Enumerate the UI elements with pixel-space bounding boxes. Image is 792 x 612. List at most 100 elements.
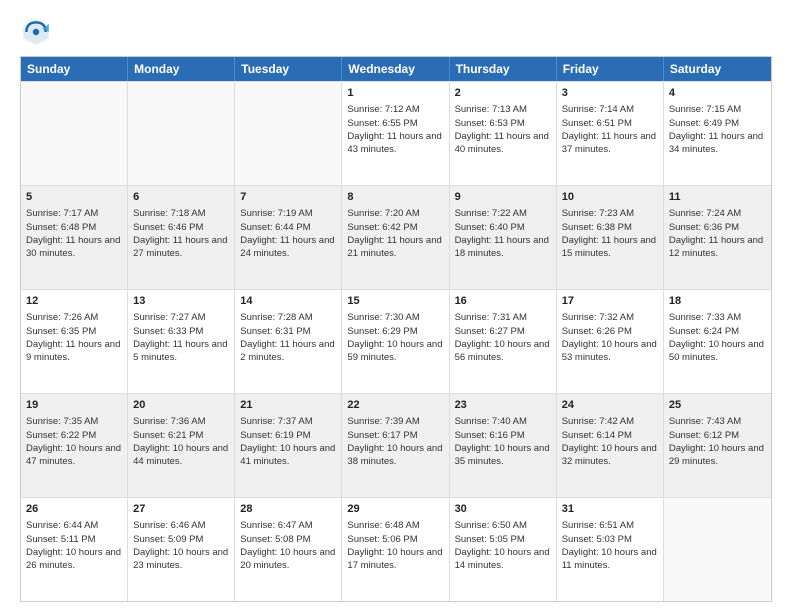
day-number: 26 [26,502,122,517]
day-info: Sunrise: 7:36 AMSunset: 6:21 PMDaylight:… [133,416,228,467]
day-info: Sunrise: 7:19 AMSunset: 6:44 PMDaylight:… [240,208,334,259]
calendar-cell: 17Sunrise: 7:32 AMSunset: 6:26 PMDayligh… [557,290,664,393]
day-info: Sunrise: 7:24 AMSunset: 6:36 PMDaylight:… [669,208,763,259]
day-info: Sunrise: 7:15 AMSunset: 6:49 PMDaylight:… [669,104,763,155]
day-info: Sunrise: 6:51 AMSunset: 5:03 PMDaylight:… [562,520,657,571]
day-number: 19 [26,398,122,413]
day-info: Sunrise: 7:22 AMSunset: 6:40 PMDaylight:… [455,208,549,259]
calendar-header-tuesday: Tuesday [235,57,342,81]
calendar-cell: 10 Sunrise: 7:23 AMSunset: 6:38 PMDayligh… [557,186,664,289]
day-number: 11 [669,190,766,205]
day-number: 7 [240,190,336,205]
day-info: Sunrise: 7:12 AMSunset: 6:55 PMDaylight:… [347,104,441,155]
calendar-cell: 20 Sunrise: 7:36 AMSunset: 6:21 PMDayligh… [128,394,235,497]
day-info: Sunrise: 7:40 AMSunset: 6:16 PMDaylight:… [455,416,550,467]
day-info: Sunrise: 7:14 AMSunset: 6:51 PMDaylight:… [562,104,656,155]
calendar-cell: 29Sunrise: 6:48 AMSunset: 5:06 PMDayligh… [342,498,449,601]
day-number: 12 [26,294,122,309]
day-info: Sunrise: 7:13 AMSunset: 6:53 PMDaylight:… [455,104,549,155]
calendar-cell [128,82,235,185]
calendar-cell: 31Sunrise: 6:51 AMSunset: 5:03 PMDayligh… [557,498,664,601]
day-number: 15 [347,294,443,309]
day-info: Sunrise: 7:43 AMSunset: 6:12 PMDaylight:… [669,416,764,467]
calendar-cell: 1 Sunrise: 7:12 AMSunset: 6:55 PMDaylight… [342,82,449,185]
day-number: 22 [347,398,443,413]
day-info: Sunrise: 7:18 AMSunset: 6:46 PMDaylight:… [133,208,227,259]
calendar: SundayMondayTuesdayWednesdayThursdayFrid… [20,56,772,602]
day-info: Sunrise: 7:32 AMSunset: 6:26 PMDaylight:… [562,312,657,363]
calendar-body: 1 Sunrise: 7:12 AMSunset: 6:55 PMDaylight… [21,81,771,601]
calendar-cell: 4Sunrise: 7:15 AMSunset: 6:49 PMDaylight… [664,82,771,185]
day-number: 16 [455,294,551,309]
calendar-cell [235,82,342,185]
day-number: 28 [240,502,336,517]
day-number: 14 [240,294,336,309]
calendar-row-4: 19 Sunrise: 7:35 AMSunset: 6:22 PMDayligh… [21,393,771,497]
day-number: 8 [347,190,443,205]
calendar-header-friday: Friday [557,57,664,81]
calendar-row-2: 5 Sunrise: 7:17 AMSunset: 6:48 PMDaylight… [21,185,771,289]
day-number: 9 [455,190,551,205]
calendar-cell: 23 Sunrise: 7:40 AMSunset: 6:16 PMDayligh… [450,394,557,497]
day-info: Sunrise: 6:48 AMSunset: 5:06 PMDaylight:… [347,520,442,571]
day-number: 13 [133,294,229,309]
day-number: 1 [347,86,443,101]
calendar-cell: 5 Sunrise: 7:17 AMSunset: 6:48 PMDaylight… [21,186,128,289]
calendar-header-thursday: Thursday [450,57,557,81]
day-info: Sunrise: 7:33 AMSunset: 6:24 PMDaylight:… [669,312,764,363]
day-number: 2 [455,86,551,101]
calendar-cell: 9 Sunrise: 7:22 AMSunset: 6:40 PMDaylight… [450,186,557,289]
day-number: 20 [133,398,229,413]
day-info: Sunrise: 7:39 AMSunset: 6:17 PMDaylight:… [347,416,442,467]
calendar-row-1: 1 Sunrise: 7:12 AMSunset: 6:55 PMDaylight… [21,81,771,185]
calendar-cell: 30 Sunrise: 6:50 AMSunset: 5:05 PMDayligh… [450,498,557,601]
calendar-cell: 28 Sunrise: 6:47 AMSunset: 5:08 PMDayligh… [235,498,342,601]
calendar-header-row: SundayMondayTuesdayWednesdayThursdayFrid… [21,57,771,81]
day-number: 24 [562,398,658,413]
day-number: 23 [455,398,551,413]
day-number: 6 [133,190,229,205]
day-info: Sunrise: 6:44 AMSunset: 5:11 PMDaylight:… [26,520,121,571]
calendar-cell: 24 Sunrise: 7:42 AMSunset: 6:14 PMDayligh… [557,394,664,497]
calendar-cell: 3 Sunrise: 7:14 AMSunset: 6:51 PMDaylight… [557,82,664,185]
calendar-header-wednesday: Wednesday [342,57,449,81]
logo [20,16,56,48]
day-number: 5 [26,190,122,205]
calendar-cell: 12 Sunrise: 7:26 AMSunset: 6:35 PMDayligh… [21,290,128,393]
calendar-cell: 8 Sunrise: 7:20 AMSunset: 6:42 PMDaylight… [342,186,449,289]
day-info: Sunrise: 7:23 AMSunset: 6:38 PMDaylight:… [562,208,656,259]
day-number: 21 [240,398,336,413]
day-number: 3 [562,86,658,101]
day-info: Sunrise: 7:28 AMSunset: 6:31 PMDaylight:… [240,312,334,363]
calendar-cell: 15 Sunrise: 7:30 AMSunset: 6:29 PMDayligh… [342,290,449,393]
day-info: Sunrise: 7:20 AMSunset: 6:42 PMDaylight:… [347,208,441,259]
day-info: Sunrise: 7:17 AMSunset: 6:48 PMDaylight:… [26,208,120,259]
calendar-cell: 18 Sunrise: 7:33 AMSunset: 6:24 PMDayligh… [664,290,771,393]
calendar-header-sunday: Sunday [21,57,128,81]
calendar-cell: 2 Sunrise: 7:13 AMSunset: 6:53 PMDaylight… [450,82,557,185]
day-info: Sunrise: 6:46 AMSunset: 5:09 PMDaylight:… [133,520,228,571]
calendar-cell: 13Sunrise: 7:27 AMSunset: 6:33 PMDayligh… [128,290,235,393]
calendar-cell: 16 Sunrise: 7:31 AMSunset: 6:27 PMDayligh… [450,290,557,393]
day-number: 18 [669,294,766,309]
calendar-header-saturday: Saturday [664,57,771,81]
day-info: Sunrise: 7:35 AMSunset: 6:22 PMDaylight:… [26,416,121,467]
calendar-cell [21,82,128,185]
calendar-row-3: 12 Sunrise: 7:26 AMSunset: 6:35 PMDayligh… [21,289,771,393]
day-info: Sunrise: 7:31 AMSunset: 6:27 PMDaylight:… [455,312,550,363]
calendar-cell [664,498,771,601]
calendar-cell: 26 Sunrise: 6:44 AMSunset: 5:11 PMDayligh… [21,498,128,601]
calendar-cell: 25Sunrise: 7:43 AMSunset: 6:12 PMDayligh… [664,394,771,497]
day-number: 30 [455,502,551,517]
day-info: Sunrise: 6:50 AMSunset: 5:05 PMDaylight:… [455,520,550,571]
day-info: Sunrise: 7:26 AMSunset: 6:35 PMDaylight:… [26,312,120,363]
day-info: Sunrise: 7:42 AMSunset: 6:14 PMDaylight:… [562,416,657,467]
calendar-cell: 14 Sunrise: 7:28 AMSunset: 6:31 PMDayligh… [235,290,342,393]
day-info: Sunrise: 6:47 AMSunset: 5:08 PMDaylight:… [240,520,335,571]
day-number: 10 [562,190,658,205]
day-info: Sunrise: 7:30 AMSunset: 6:29 PMDaylight:… [347,312,442,363]
logo-icon [20,16,52,48]
calendar-cell: 11 Sunrise: 7:24 AMSunset: 6:36 PMDayligh… [664,186,771,289]
day-number: 27 [133,502,229,517]
calendar-cell: 6 Sunrise: 7:18 AMSunset: 6:46 PMDaylight… [128,186,235,289]
